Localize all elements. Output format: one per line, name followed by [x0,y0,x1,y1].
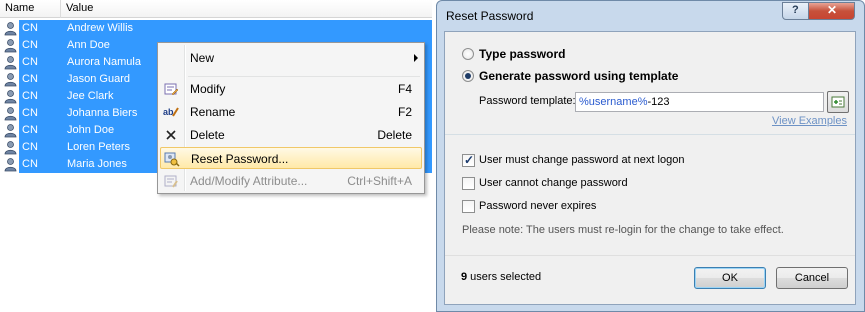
row-value: Maria Jones [67,158,127,170]
user-icon [4,22,17,36]
menu-item-label: New [190,51,215,65]
key-icon [164,152,180,167]
radio-generate-template-label[interactable]: Generate password using template [479,69,678,83]
checkbox-never-expires[interactable] [462,200,475,213]
row-name: CN [22,124,38,136]
insert-variable-icon [831,96,845,108]
selected-count-suffix: users selected [467,271,542,283]
insert-variable-button[interactable] [827,91,849,113]
menu-item-label: Reset Password... [191,152,289,166]
checkbox-must-change-label[interactable]: User must change password at next logon [479,154,684,166]
dialog-footer: 9 users selected OK Cancel [445,255,855,304]
menu-item-shortcut: Delete [377,128,412,142]
user-icon [4,90,17,104]
menu-separator [188,76,420,77]
dialog-titlebar[interactable]: Reset Password ? ✕ [437,1,864,31]
delete-icon [166,130,176,140]
menu-item-modify[interactable]: Modify F4 [160,78,422,100]
close-button[interactable]: ✕ [808,2,855,20]
row-name: CN [22,56,38,68]
submenu-arrow-icon [414,54,418,62]
user-icon [4,56,17,70]
menu-item-shortcut: Ctrl+Shift+A [347,174,412,188]
column-header-name[interactable]: Name [5,2,34,14]
help-button[interactable]: ? [782,2,809,20]
row-name: CN [22,73,38,85]
rename-icon: ab [163,107,179,117]
row-value: John Doe [67,124,115,136]
column-header-value[interactable]: Value [66,2,93,14]
row-value: Jee Clark [67,90,114,102]
row-value: Ann Doe [67,39,110,51]
user-icon [4,107,17,121]
user-icon [4,158,17,172]
user-icon [4,141,17,155]
row-value: Jason Guard [67,73,130,85]
menu-item-new[interactable]: New [160,47,422,69]
user-icon [4,124,17,138]
section-divider [445,134,855,135]
row-name: CN [22,39,38,51]
radio-type-password[interactable] [462,48,474,60]
checkbox-never-expires-label[interactable]: Password never expires [479,200,596,212]
menu-item-add-modify-attribute[interactable]: Add/Modify Attribute... Ctrl+Shift+A [160,170,422,192]
menu-item-shortcut: F4 [397,82,412,96]
checkbox-must-change[interactable] [462,153,475,167]
menu-item-label: Modify [190,82,226,96]
menu-item-rename[interactable]: ab Rename F2 [160,101,422,123]
row-name: CN [22,22,38,34]
radio-type-password-label[interactable]: Type password [479,47,565,61]
user-icon [4,73,17,87]
row-name: CN [22,107,38,119]
selection-count: 9 users selected [461,271,541,283]
template-label: Password template: [479,95,576,107]
row-name: CN [22,158,38,170]
row-value: Johanna Biers [67,107,138,119]
row-name: CN [22,90,38,102]
menu-item-label: Delete [190,128,225,142]
template-value: %username%-123 [579,96,670,108]
dialog-title: Reset Password [446,9,534,23]
table-row[interactable]: CN Andrew Willis [0,20,432,37]
modify-icon [164,83,179,96]
dialog-client-area: Type password Generate password using te… [444,31,856,305]
radio-generate-template[interactable] [462,70,474,82]
attribute-icon [164,175,178,188]
column-separator[interactable] [60,0,61,18]
menu-item-reset-password[interactable]: Reset Password... [160,147,422,169]
user-icon [4,39,17,53]
view-examples-link[interactable]: View Examples [772,115,847,127]
ok-button[interactable]: OK [694,267,766,289]
context-menu: New Modify F4 ab Rename F2 Delete Delete [157,42,425,194]
template-suffix: -123 [647,96,670,108]
template-variable: %username% [579,96,648,108]
help-icon: ? [792,4,799,16]
row-value: Aurora Namula [67,56,141,68]
reset-password-dialog: Reset Password ? ✕ Type password Generat… [436,0,865,312]
cancel-button[interactable]: Cancel [776,267,848,289]
list-header: Name Value [0,0,432,18]
menu-item-shortcut: F2 [397,105,412,119]
password-template-input[interactable]: %username%-123 [575,92,824,112]
row-value: Loren Peters [67,141,130,153]
close-icon: ✕ [827,3,838,17]
note-text: Please note: The users must re-login for… [462,224,784,236]
row-name: CN [22,141,38,153]
checkbox-cannot-change-label[interactable]: User cannot change password [479,177,628,189]
row-value: Andrew Willis [67,22,134,34]
checkbox-cannot-change[interactable] [462,177,475,190]
menu-item-label: Add/Modify Attribute... [190,174,308,188]
menu-item-delete[interactable]: Delete Delete [160,124,422,146]
menu-item-label: Rename [190,105,236,119]
